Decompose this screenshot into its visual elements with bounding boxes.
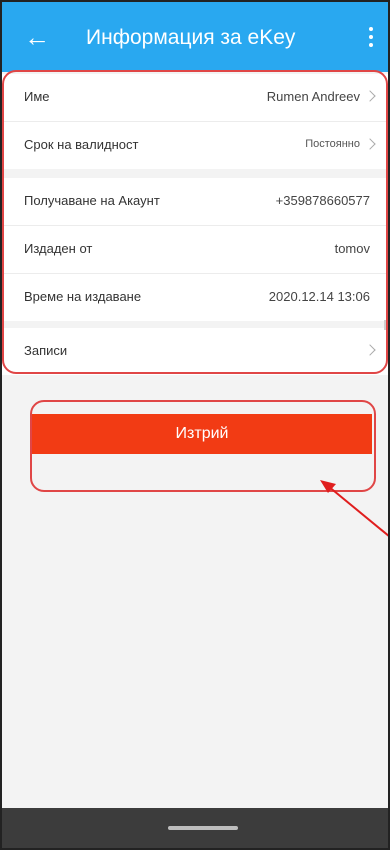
annotation-arrow xyxy=(320,480,388,537)
system-nav-bar xyxy=(2,808,388,848)
home-gesture-handle[interactable] xyxy=(168,826,238,830)
phone-screen: ← Информация за eKey Име Rumen Andreev С… xyxy=(0,0,390,850)
